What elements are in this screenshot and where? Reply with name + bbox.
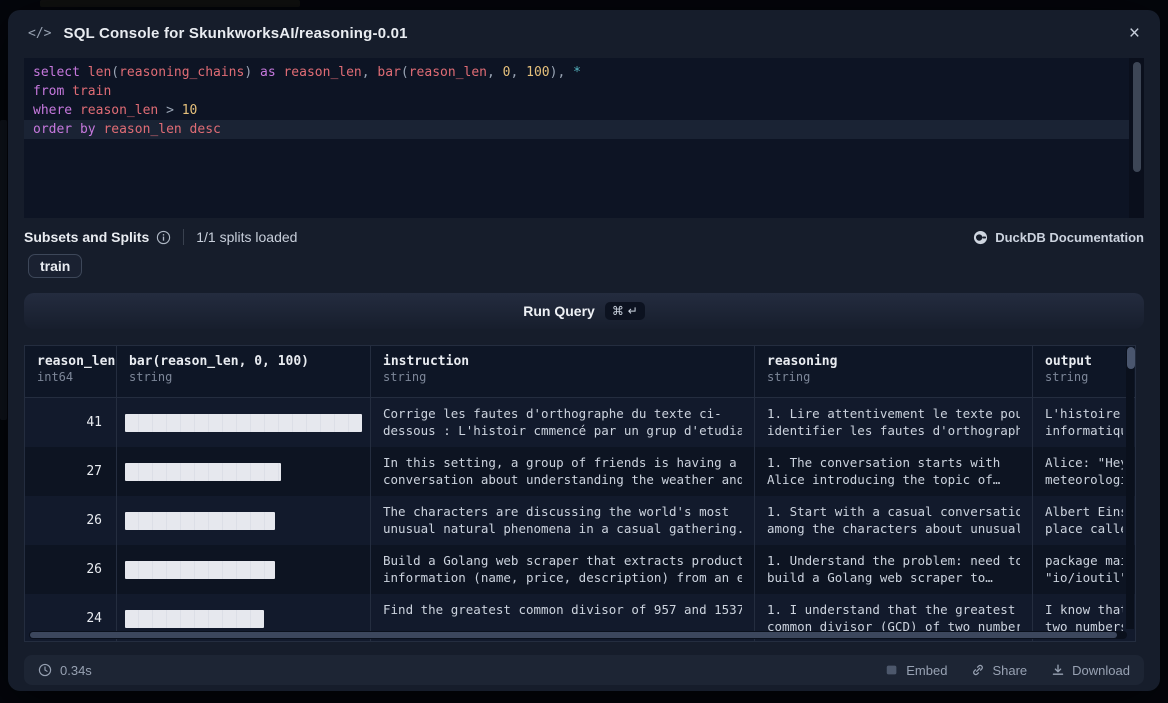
share-button[interactable]: Share <box>971 663 1027 678</box>
run-query-label: Run Query <box>523 303 595 319</box>
subsets-and-splits-bar: Subsets and Splits 1/1 splits loaded Duc… <box>24 227 1144 247</box>
bar-fill <box>125 610 264 628</box>
cell-output: package main"io/ioutil" " <box>1033 545 1135 594</box>
table-row[interactable]: 26 The characters are discussing the wor… <box>25 496 1135 545</box>
backdrop-page-fragment <box>40 0 300 7</box>
code-icon: </> <box>28 26 51 41</box>
cell-reasoning: 1. Start with a casual conversationamong… <box>755 496 1033 545</box>
backdrop-page-fragment <box>0 120 7 420</box>
column-name: instruction <box>383 354 742 369</box>
bar-fill <box>125 561 275 579</box>
info-icon[interactable] <box>156 230 171 245</box>
column-header-reasoning[interactable]: reasoning string <box>755 346 1033 397</box>
download-label: Download <box>1072 663 1130 678</box>
bar-fill <box>125 463 281 481</box>
table-row[interactable]: 27 In this setting, a group of friends i… <box>25 447 1135 496</box>
close-icon[interactable]: × <box>1129 24 1140 43</box>
embed-button[interactable]: Embed <box>885 663 947 678</box>
cell-output: Albert Einsteplace called <box>1033 496 1135 545</box>
sql-line-1: select len(reasoning_chains) as reason_l… <box>24 63 1144 82</box>
cell-instruction: Build a Golang web scraper that extracts… <box>371 545 755 594</box>
download-button[interactable]: Download <box>1051 663 1130 678</box>
table-vertical-scrollbar-track <box>1126 347 1134 629</box>
sql-line-4-active: order by reason_len desc <box>24 120 1144 139</box>
editor-scrollbar-thumb[interactable] <box>1133 62 1141 172</box>
separator <box>183 229 184 245</box>
duckdb-logo-icon <box>973 230 988 245</box>
table-header-row: reason_len int64 bar(reason_len, 0, 100)… <box>25 346 1135 398</box>
subsets-label: Subsets and Splits <box>24 229 149 245</box>
sql-line-3: where reason_len > 10 <box>24 101 1144 120</box>
query-duration-value: 0.34s <box>60 663 92 678</box>
modal-header: </> SQL Console for SkunkworksAI/reasoni… <box>8 10 1160 56</box>
column-type: int64 <box>37 370 104 384</box>
cell-instruction: In this setting, a group of friends is h… <box>371 447 755 496</box>
cell-bar <box>117 496 371 545</box>
column-type: string <box>383 370 742 384</box>
column-name: bar(reason_len, 0, 100) <box>129 354 358 369</box>
duckdb-documentation-label: DuckDB Documentation <box>995 230 1144 245</box>
column-type: string <box>129 370 358 384</box>
table-row[interactable]: 41 Corrige les fautes d'orthographe du t… <box>25 398 1135 447</box>
splits-loaded-status: 1/1 splits loaded <box>196 229 297 245</box>
cell-reason-len: 26 <box>25 545 117 594</box>
embed-label: Embed <box>906 663 947 678</box>
column-header-output[interactable]: output string <box>1033 346 1135 397</box>
run-query-button[interactable]: Run Query ⌘ ↵ <box>24 293 1144 329</box>
column-header-reason-len[interactable]: reason_len int64 <box>25 346 117 397</box>
cell-reason-len: 27 <box>25 447 117 496</box>
sql-console-modal: </> SQL Console for SkunkworksAI/reasoni… <box>8 10 1160 691</box>
column-type: string <box>1045 370 1123 384</box>
results-table: reason_len int64 bar(reason_len, 0, 100)… <box>24 345 1136 642</box>
download-icon <box>1051 663 1065 677</box>
cell-reasoning: 1. Understand the problem: need tobuild … <box>755 545 1033 594</box>
link-icon <box>971 663 985 677</box>
cell-instruction: The characters are discussing the world'… <box>371 496 755 545</box>
column-type: string <box>767 370 1020 384</box>
cell-output: L'histoire coinformatique <box>1033 398 1135 447</box>
column-name: reason_len <box>37 354 104 369</box>
cell-reason-len: 26 <box>25 496 117 545</box>
cell-bar <box>117 447 371 496</box>
share-label: Share <box>992 663 1027 678</box>
table-row[interactable]: 26 Build a Golang web scraper that extra… <box>25 545 1135 594</box>
modal-title: SQL Console for SkunkworksAI/reasoning-0… <box>63 25 407 42</box>
clock-icon <box>38 663 52 677</box>
cell-output: Alice: "Hey gmeteorologist <box>1033 447 1135 496</box>
cell-bar <box>117 398 371 447</box>
cell-reason-len: 41 <box>25 398 117 447</box>
sql-line-2: from train <box>24 82 1144 101</box>
bar-fill <box>125 512 275 530</box>
embed-icon <box>885 663 899 677</box>
duckdb-documentation-link[interactable]: DuckDB Documentation <box>973 230 1144 245</box>
modal-footer: 0.34s Embed Share Download <box>24 655 1144 685</box>
bar-fill <box>125 414 362 432</box>
split-chip-train[interactable]: train <box>28 254 82 278</box>
query-duration: 0.34s <box>38 663 92 678</box>
table-horizontal-scrollbar-track <box>29 631 1127 639</box>
sql-editor[interactable]: select len(reasoning_chains) as reason_l… <box>24 58 1144 218</box>
cmd-enter-shortcut-badge: ⌘ ↵ <box>605 302 645 320</box>
cell-instruction: Corrige les fautes d'orthographe du text… <box>371 398 755 447</box>
column-name: output <box>1045 354 1123 369</box>
cell-bar <box>117 545 371 594</box>
column-name: reasoning <box>767 354 1020 369</box>
table-horizontal-scrollbar-thumb[interactable] <box>30 632 1117 638</box>
column-header-bar[interactable]: bar(reason_len, 0, 100) string <box>117 346 371 397</box>
column-header-instruction[interactable]: instruction string <box>371 346 755 397</box>
cell-reasoning: 1. Lire attentivement le texte pourident… <box>755 398 1033 447</box>
table-vertical-scrollbar-thumb[interactable] <box>1127 347 1135 369</box>
cell-reasoning: 1. The conversation starts withAlice int… <box>755 447 1033 496</box>
